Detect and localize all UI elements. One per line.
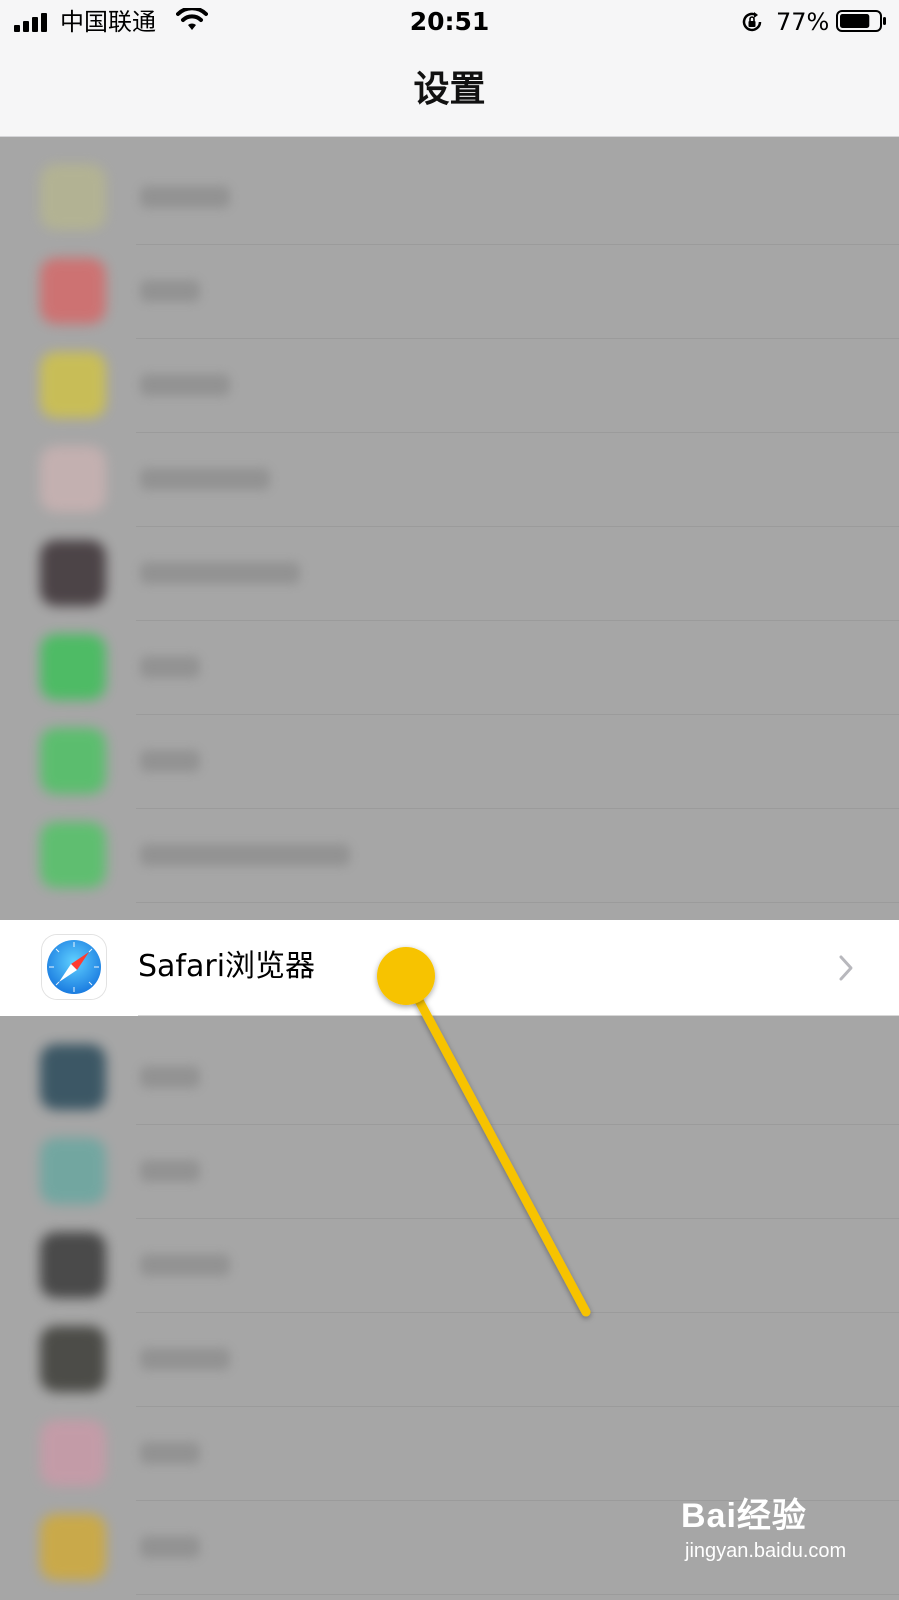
blurred-row-label: [140, 280, 200, 302]
blurred-row-label: [140, 1254, 230, 1276]
blurred-row-label: [140, 1442, 200, 1464]
blurred-settings-row[interactable]: [0, 338, 899, 433]
blurred-app-icon: [40, 352, 106, 418]
blurred-settings-row[interactable]: [0, 526, 899, 621]
blurred-row-label: [140, 1348, 230, 1370]
blurred-settings-row[interactable]: [0, 244, 899, 339]
blurred-settings-row[interactable]: [0, 1124, 899, 1219]
battery-percent: 77%: [776, 8, 830, 36]
page-title: 设置: [413, 69, 486, 110]
blurred-row-label: [140, 750, 200, 772]
watermark-url: jingyan.baidu.com: [685, 1540, 847, 1562]
blurred-app-icon: [40, 728, 106, 794]
safari-compass-icon: [42, 935, 106, 999]
blurred-row-label: [140, 1160, 200, 1182]
blurred-settings-row[interactable]: [0, 432, 899, 527]
blurred-app-icon: [40, 1044, 106, 1110]
blurred-row-label: [140, 1066, 200, 1088]
blurred-row-label: [140, 656, 200, 678]
blurred-row-label: [140, 562, 300, 584]
blurred-settings-row[interactable]: [0, 1218, 899, 1313]
blurred-app-icon: [40, 634, 106, 700]
status-bar: 中国联通 20:51 77%: [0, 0, 899, 44]
blurred-settings-row[interactable]: [0, 1030, 899, 1125]
blurred-row-label: [140, 374, 230, 396]
row-separator: [136, 1594, 899, 1595]
settings-row-label: Safari浏览器: [138, 949, 316, 984]
blurred-settings-row[interactable]: [0, 1312, 899, 1407]
blurred-settings-row[interactable]: [0, 150, 899, 245]
row-separator: [136, 902, 899, 903]
blurred-row-label: [140, 186, 230, 208]
blurred-row-label: [140, 1536, 200, 1558]
blurred-app-icon: [40, 1232, 106, 1298]
baidu-watermark: Bai经验 jingyan.baidu.com: [671, 1484, 851, 1574]
blurred-app-icon: [40, 1420, 106, 1486]
blurred-settings-row[interactable]: [0, 620, 899, 715]
blurred-row-label: [140, 844, 350, 866]
blurred-app-icon: [40, 1138, 106, 1204]
blurred-row-label: [140, 468, 270, 490]
blurred-settings-row[interactable]: [0, 808, 899, 903]
navigation-bar: 设置: [0, 44, 899, 137]
settings-row-safari[interactable]: Safari浏览器: [0, 920, 899, 1016]
watermark-brand: Bai经验: [681, 1497, 807, 1535]
blurred-settings-row[interactable]: [0, 714, 899, 809]
blurred-app-icon: [40, 164, 106, 230]
blurred-app-icon: [40, 1514, 106, 1580]
status-time: 20:51: [409, 7, 490, 36]
blurred-app-icon: [40, 822, 106, 888]
chevron-right-icon: [839, 955, 853, 981]
battery-icon: [836, 10, 886, 32]
orientation-lock-icon: [742, 12, 762, 32]
blurred-app-icon: [40, 258, 106, 324]
blurred-app-icon: [40, 446, 106, 512]
row-separator: [138, 1015, 899, 1016]
blurred-app-icon: [40, 540, 106, 606]
blurred-app-icon: [40, 1326, 106, 1392]
